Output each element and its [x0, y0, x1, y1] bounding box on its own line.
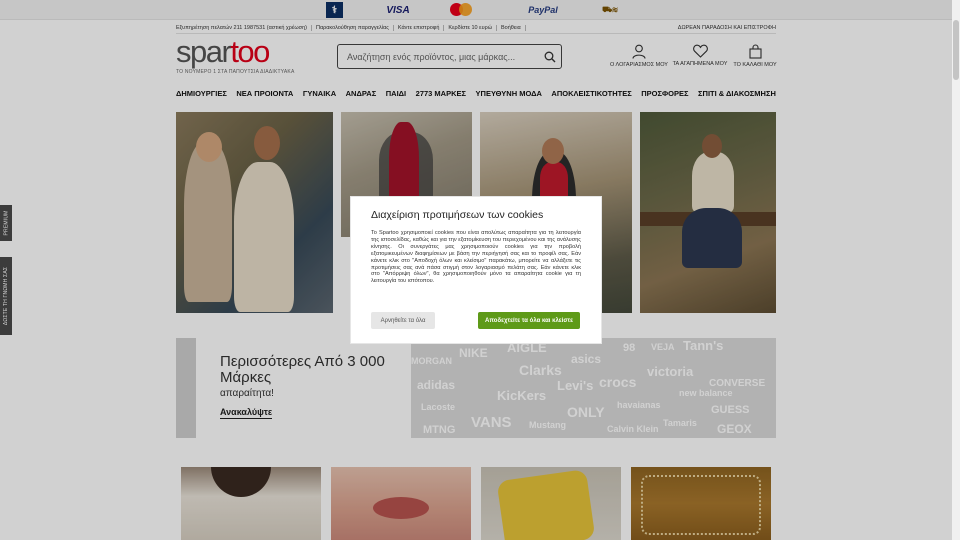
search-input[interactable]: Αναζήτηση ενός προϊόντος, μιας μάρκας...: [347, 52, 539, 62]
order-tracking-link[interactable]: Παρακολούθηση παραγγελίας: [312, 24, 394, 31]
search-box[interactable]: Αναζήτηση ενός προϊόντος, μιας μάρκας...: [337, 44, 562, 69]
earn-link[interactable]: Κερδίστε 10 ευρώ: [444, 24, 498, 31]
user-icon: [632, 44, 646, 59]
brand-logos-collage: NIKE AIGLE asics 98 VEJA Tann's MORGAN C…: [411, 338, 776, 438]
nav-item-creations[interactable]: ΔΗΜΙΟΥΡΓΙΕΣ: [176, 89, 227, 101]
search-icon[interactable]: [539, 46, 561, 68]
scrollbar-thumb[interactable]: [953, 20, 959, 80]
wishlist-button[interactable]: ΤΑ ΑΓΑΠΗΜΕΝΑ ΜΟΥ: [669, 44, 731, 67]
help-link[interactable]: Βοήθεια: [497, 24, 526, 31]
maestro-logo: ⚕: [326, 2, 343, 18]
nav-item-offers[interactable]: ΠΡΟΣΦΟΡΕΣ: [641, 89, 688, 101]
nav-item-responsible-fashion[interactable]: ΥΠΕΥΘΥΝΗ ΜΟΔΑ: [476, 89, 542, 101]
nav-item-kids[interactable]: ΠΑΙΔΙ: [386, 89, 406, 101]
free-delivery-link[interactable]: ΔΩΡΕΑΝ ΠΑΡΑΔΟΣΗ ΚΑΙ ΕΠΙΣΤΡΟΦΗ: [678, 25, 776, 31]
info-bar: Εξυπηρέτηση πελατών 211 1987531 (αστική …: [176, 22, 776, 33]
payment-methods-bar: ⚕ VISA PayPal ⛟≋: [0, 0, 960, 20]
banner-subtitle: απαραίτητα!: [220, 388, 274, 399]
mastercard-logo: [450, 2, 474, 18]
reject-all-button[interactable]: Αρνηθείτε τα όλα: [371, 312, 435, 329]
nav-item-home-decor[interactable]: ΣΠΙΤΙ & ΔΙΑΚΟΣΜΗΣΗ: [698, 89, 776, 101]
nav-item-new-products[interactable]: ΝΕΑ ΠΡΟΙΟΝΤΑ: [236, 89, 293, 101]
hero-photo-man-bench[interactable]: [640, 112, 776, 313]
cart-button[interactable]: ΤΟ ΚΑΛΑΘΙ ΜΟΥ: [724, 44, 786, 68]
heart-icon: [692, 44, 708, 58]
cookie-consent-dialog: Διαχείριση προτιμήσεων των cookies Το Sp…: [351, 197, 601, 343]
premium-tab[interactable]: PREMIUM: [0, 205, 12, 241]
visa-logo: VISA: [386, 4, 410, 16]
banner-title: Περισσότερες Από 3 000 Μάρκες: [220, 353, 385, 386]
nav-item-exclusives[interactable]: ΑΠΟΚΛΕΙΣΤΙΚΟΤΗΤΕΣ: [551, 89, 631, 101]
wishlist-label: ΤΑ ΑΓΑΠΗΜΕΝΑ ΜΟΥ: [672, 61, 728, 67]
discover-link[interactable]: Ανακαλύψτε: [220, 407, 273, 419]
shopping-bag-icon: [748, 44, 762, 59]
nav-item-brands[interactable]: 2773 ΜΑΡΚΕΣ: [416, 89, 466, 101]
spartoo-logo[interactable]: spartoo: [176, 36, 270, 67]
accept-all-button[interactable]: Αποδεχτείτε τα όλα και κλείστε: [478, 312, 580, 329]
returns-link[interactable]: Κάντε επιστροφή: [394, 24, 445, 31]
nav-item-women[interactable]: ΓΥΝΑΙΚΑ: [303, 89, 336, 101]
category-tile-clothing[interactable]: [181, 467, 321, 540]
account-label: Ο ΛΟΓΑΡΙΑΣΜΟΣ ΜΟΥ: [610, 62, 668, 68]
hero-photo-couple[interactable]: [176, 112, 333, 313]
category-tile-bags[interactable]: [631, 467, 771, 540]
category-tile-home[interactable]: [481, 467, 621, 540]
delivery-logo: ⛟≋: [602, 5, 618, 14]
account-button[interactable]: Ο ΛΟΓΑΡΙΑΣΜΟΣ ΜΟΥ: [608, 44, 670, 68]
main-nav: ΔΗΜΙΟΥΡΓΙΕΣ ΝΕΑ ΠΡΟΙΟΝΤΑ ΓΥΝΑΙΚΑ ΑΝΔΡΑΣ …: [176, 89, 776, 101]
nav-item-men[interactable]: ΑΝΔΡΑΣ: [346, 89, 377, 101]
feedback-tab[interactable]: ΔΩΣΤΕ ΤΗ ΓΝΩΜΗ ΣΑΣ: [0, 257, 12, 335]
page-scrollbar[interactable]: [952, 0, 960, 540]
cookie-dialog-text: Το Spartoo χρησιμοποιεί cookies που είνα…: [371, 230, 581, 285]
tagline: ΤΟ ΝΟΥΜΕΡΟ 1 ΣΤΑ ΠΑΠΟΥΤΣΙΑ ΔΙΑΔΙΚΤΥΑΚΑ: [176, 69, 295, 75]
category-tile-beauty[interactable]: [331, 467, 471, 540]
customer-service-link[interactable]: Εξυπηρέτηση πελατών 211 1987531 (αστική …: [176, 24, 312, 31]
cart-label: ΤΟ ΚΑΛΑΘΙ ΜΟΥ: [733, 62, 777, 68]
paypal-logo: PayPal: [528, 5, 558, 15]
cookie-dialog-title: Διαχείριση προτιμήσεων των cookies: [371, 209, 544, 221]
